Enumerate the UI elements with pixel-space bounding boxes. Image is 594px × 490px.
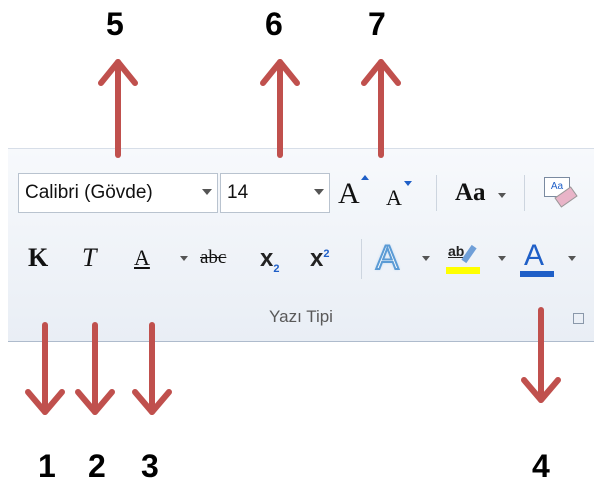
annotation-arrows — [25, 59, 561, 415]
